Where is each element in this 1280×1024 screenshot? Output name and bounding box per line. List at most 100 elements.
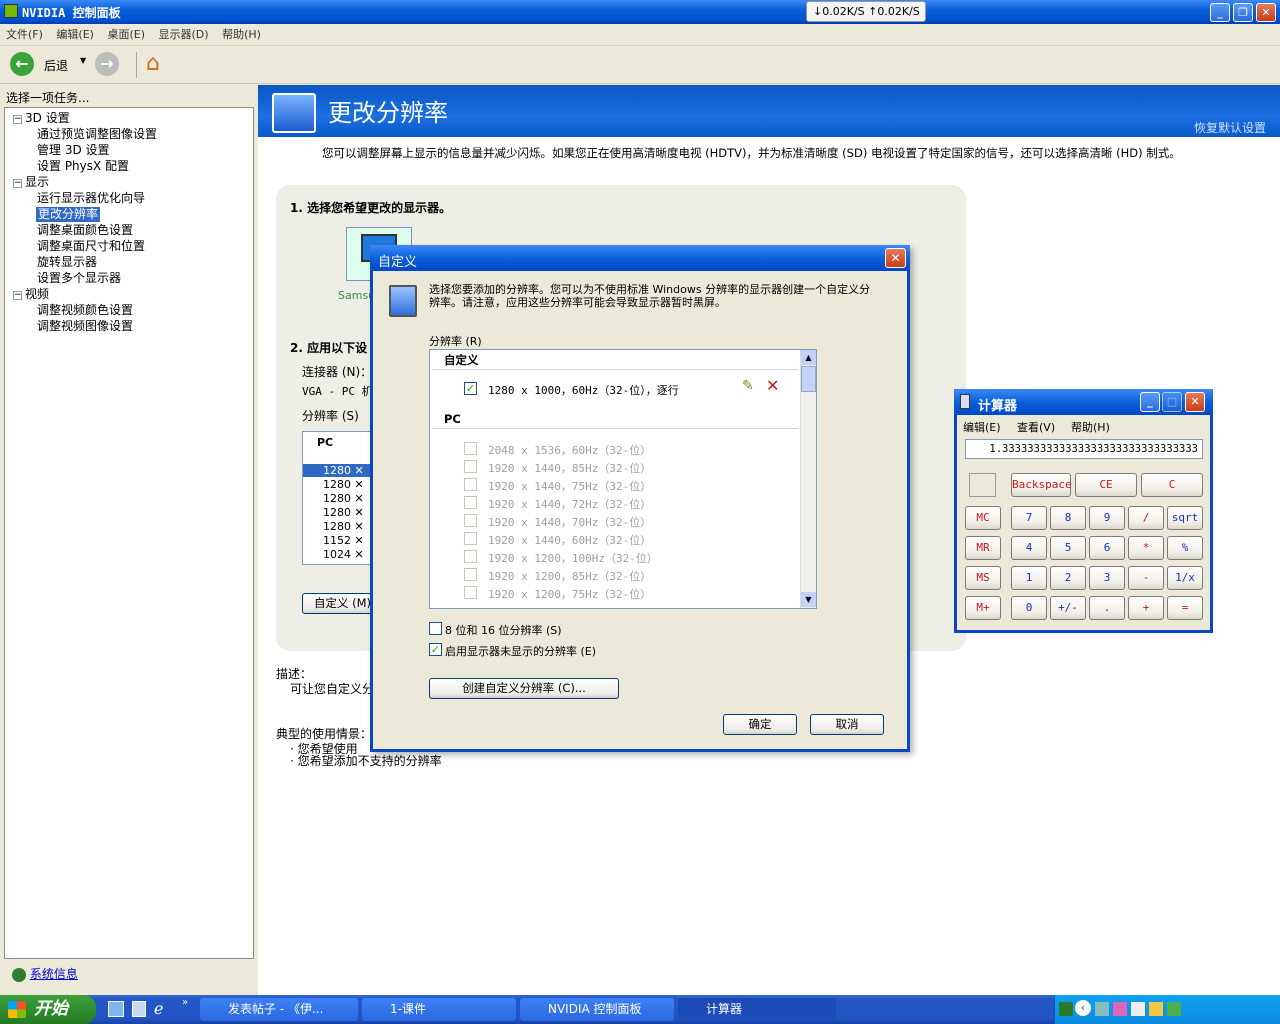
ie-icon[interactable]: ℯ bbox=[154, 999, 163, 1018]
task-calculator[interactable]: 计算器 bbox=[678, 998, 836, 1021]
custom-res-item[interactable]: 1280 x 1000，60Hz（32-位），逐行 bbox=[488, 382, 679, 398]
calc-title-bar[interactable]: 计算器 _ □ ✕ bbox=[954, 389, 1213, 415]
memory-store-button[interactable]: MS bbox=[965, 566, 1001, 590]
backspace-button[interactable]: Backspace bbox=[1011, 473, 1072, 497]
res-checkbox[interactable] bbox=[464, 586, 477, 599]
decimal-button[interactable]: . bbox=[1089, 596, 1125, 620]
tree-item[interactable]: 通过预览调整图像设置 bbox=[37, 127, 157, 142]
start-button[interactable]: 开始 bbox=[0, 995, 96, 1024]
digit-1-button[interactable]: 1 bbox=[1011, 566, 1047, 590]
menu-display[interactable]: 显示器(D) bbox=[159, 24, 209, 46]
res-row-selected[interactable]: 1280 ✕ bbox=[303, 464, 373, 477]
digit-5-button[interactable]: 5 bbox=[1050, 536, 1086, 560]
edit-pencil-icon[interactable]: ✎ bbox=[742, 378, 754, 394]
collapse-toggle-icon[interactable]: − bbox=[13, 179, 22, 188]
res-item[interactable]: 1920 x 1200，75Hz（32-位） bbox=[488, 586, 651, 602]
dialog-close-button[interactable]: ✕ bbox=[885, 248, 906, 268]
calc-menu-view[interactable]: 查看(V) bbox=[1017, 419, 1055, 435]
res-item[interactable]: 1920 x 1440，85Hz（32-位） bbox=[488, 460, 651, 476]
res-item[interactable]: 1920 x 1440，70Hz（32-位） bbox=[488, 514, 651, 530]
tree-node-display[interactable]: 显示 bbox=[25, 175, 49, 190]
restore-defaults-link[interactable]: 恢复默认设置 bbox=[1194, 119, 1266, 136]
tree-item[interactable]: 调整桌面颜色设置 bbox=[37, 223, 133, 238]
multiply-button[interactable]: * bbox=[1128, 536, 1164, 560]
list-scrollbar[interactable]: ▲ ▼ bbox=[800, 350, 816, 608]
back-dropdown-icon[interactable]: ▼ bbox=[80, 56, 86, 65]
show-desktop-icon[interactable] bbox=[108, 1001, 124, 1017]
resolution-list[interactable]: PC 1280 ✕ 1280 ✕ 1280 ✕ 1280 ✕ 1280 ✕ 11… bbox=[302, 431, 373, 565]
create-custom-button[interactable]: 创建自定义分辨率 (C)... bbox=[429, 678, 619, 699]
res-row[interactable]: 1280 ✕ bbox=[323, 506, 364, 519]
res-checkbox[interactable] bbox=[464, 532, 477, 545]
dialog-title-bar[interactable]: 自定义 ✕ bbox=[370, 245, 910, 271]
menu-edit[interactable]: 编辑(E) bbox=[56, 24, 94, 46]
res-checkbox[interactable] bbox=[464, 478, 477, 491]
percent-button[interactable]: % bbox=[1167, 536, 1203, 560]
res-checkbox[interactable] bbox=[464, 460, 477, 473]
collapse-toggle-icon[interactable]: − bbox=[13, 291, 22, 300]
quick-launch-more-icon[interactable]: » bbox=[182, 997, 188, 1008]
calc-menu-help[interactable]: 帮助(H) bbox=[1071, 419, 1110, 435]
calc-close-button[interactable]: ✕ bbox=[1185, 392, 1205, 412]
tray-app-icon[interactable] bbox=[1059, 1002, 1073, 1016]
tree-item-selected[interactable]: 更改分辨率 bbox=[36, 207, 101, 222]
tray-utility-icon[interactable] bbox=[1113, 1002, 1127, 1016]
restore-button[interactable]: ❐ bbox=[1233, 3, 1253, 22]
resolution-list[interactable]: 自定义 ✓ 1280 x 1000，60Hz（32-位），逐行 ✎ ✕ PC 2… bbox=[429, 349, 817, 609]
cancel-button[interactable]: 取消 bbox=[810, 714, 884, 735]
plus-button[interactable]: + bbox=[1128, 596, 1164, 620]
equals-button[interactable]: = bbox=[1167, 596, 1203, 620]
tree-item[interactable]: 调整桌面尺寸和位置 bbox=[37, 239, 145, 254]
res-row[interactable]: 1024 ✕ bbox=[323, 548, 364, 561]
digit-6-button[interactable]: 6 bbox=[1089, 536, 1125, 560]
tree-item[interactable]: 调整视频颜色设置 bbox=[37, 303, 133, 318]
minimize-button[interactable]: _ bbox=[1210, 3, 1230, 22]
memory-add-button[interactable]: M+ bbox=[965, 596, 1001, 620]
tray-volume-icon[interactable] bbox=[1131, 1002, 1145, 1016]
tree-item[interactable]: 管理 3D 设置 bbox=[37, 143, 110, 158]
res-row[interactable]: 1280 ✕ bbox=[323, 492, 364, 505]
clear-button[interactable]: C bbox=[1141, 473, 1203, 497]
res-checkbox[interactable] bbox=[464, 442, 477, 455]
digit-9-button[interactable]: 9 bbox=[1089, 506, 1125, 530]
task-browser[interactable]: 发表帖子 - 《伊... bbox=[200, 998, 358, 1021]
res-checkbox[interactable] bbox=[464, 550, 477, 563]
home-icon[interactable]: ⌂ bbox=[146, 51, 160, 76]
custom-res-checkbox[interactable]: ✓ bbox=[464, 382, 477, 395]
delete-icon[interactable]: ✕ bbox=[766, 376, 779, 395]
quick-launch-icon[interactable] bbox=[132, 1001, 146, 1017]
system-info-link[interactable]: 系统信息 bbox=[30, 967, 78, 981]
tree-item[interactable]: 设置多个显示器 bbox=[37, 271, 121, 286]
res-checkbox[interactable] bbox=[464, 514, 477, 527]
forward-arrow-icon[interactable]: → bbox=[95, 52, 119, 76]
digit-7-button[interactable]: 7 bbox=[1011, 506, 1047, 530]
res-row[interactable]: 1152 ✕ bbox=[323, 534, 364, 547]
memory-recall-button[interactable]: MR bbox=[965, 536, 1001, 560]
tree-item[interactable]: 调整视频图像设置 bbox=[37, 319, 133, 334]
digit-3-button[interactable]: 3 bbox=[1089, 566, 1125, 590]
negate-button[interactable]: +/- bbox=[1050, 596, 1086, 620]
task-nvidia[interactable]: NVIDIA 控制面板 bbox=[520, 998, 674, 1021]
clear-entry-button[interactable]: CE bbox=[1075, 473, 1137, 497]
res-item[interactable]: 1920 x 1200，100Hz（32-位） bbox=[488, 550, 658, 566]
menu-help[interactable]: 帮助(H) bbox=[222, 24, 261, 46]
res-item[interactable]: 2048 x 1536，60Hz（32-位） bbox=[488, 442, 651, 458]
calc-minimize-button[interactable]: _ bbox=[1140, 392, 1160, 412]
calc-menu-edit[interactable]: 编辑(E) bbox=[963, 419, 1001, 435]
tray-misc-icon[interactable] bbox=[1167, 1002, 1181, 1016]
menu-desktop[interactable]: 桌面(E) bbox=[107, 24, 145, 46]
tray-security-icon[interactable] bbox=[1149, 1002, 1163, 1016]
res-checkbox[interactable] bbox=[464, 568, 477, 581]
digit-4-button[interactable]: 4 bbox=[1011, 536, 1047, 560]
tray-expand-icon[interactable]: ‹ bbox=[1075, 1000, 1091, 1016]
res-item[interactable]: 1920 x 1440，72Hz（32-位） bbox=[488, 496, 651, 512]
res-item[interactable]: 1920 x 1440，60Hz（32-位） bbox=[488, 532, 651, 548]
opt1-label[interactable]: 8 位和 16 位分辨率 (S) bbox=[445, 622, 562, 638]
res-row[interactable]: 1280 ✕ bbox=[323, 520, 364, 533]
tree-item[interactable]: 运行显示器优化向导 bbox=[37, 191, 145, 206]
res-item[interactable]: 1920 x 1200，85Hz（32-位） bbox=[488, 568, 651, 584]
menu-file[interactable]: 文件(F) bbox=[6, 24, 43, 46]
opt2-checkbox[interactable]: ✓ bbox=[429, 643, 442, 656]
tree-item[interactable]: 设置 PhysX 配置 bbox=[37, 159, 129, 174]
title-bar[interactable]: NVIDIA 控制面板 ↓0.02K/S ↑0.02K/S _ ❐ ✕ bbox=[0, 0, 1280, 24]
